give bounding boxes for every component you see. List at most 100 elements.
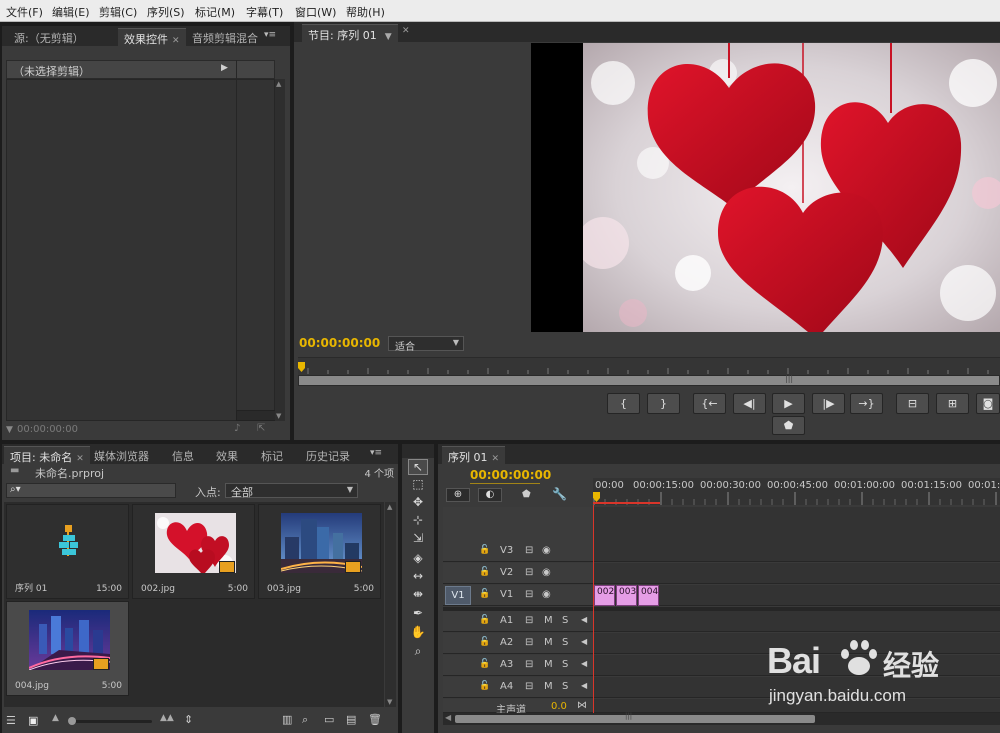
tab-source[interactable]: 源:（无剪辑） [8,28,90,46]
solo-button[interactable]: S [562,615,568,626]
track-v1[interactable]: V1 🔓 V1 ⊟ ◉ 002 003 004 [443,585,1000,607]
automate-icon[interactable]: ▥ [282,713,292,726]
timeline-ruler[interactable]: 00:00 00:00:15:00 00:00:30:00 00:00:45:0… [593,478,1000,505]
slip-tool-icon[interactable]: ↔ [408,569,428,585]
eye-icon[interactable]: ◉ [542,545,551,556]
menu-edit[interactable]: 编辑(E) [52,4,90,20]
menu-file[interactable]: 文件(F) [6,4,43,20]
snap-toggle-button[interactable]: ⊕ [446,488,470,502]
audio-icon[interactable]: ♪ [234,423,240,434]
menu-title[interactable]: 字幕(T) [246,4,283,20]
solo-button[interactable]: S [562,681,568,692]
project-vertical-scrollbar[interactable]: ▲ ▼ [385,502,396,707]
sync-icon[interactable]: ⊟ [525,659,533,670]
slider-handle[interactable] [68,717,76,725]
fit-dropdown[interactable]: 适合 ▼ [388,336,464,353]
play-button[interactable]: ▶ [772,393,805,414]
panel-menu-icon[interactable]: ▾≡ [370,448,382,458]
close-icon[interactable]: ✕ [492,454,500,464]
master-volume[interactable]: 0.0 [551,701,567,712]
voiceover-icon[interactable]: ◀ [581,615,587,624]
trash-icon[interactable]: 🗑 [368,713,382,726]
step-back-button[interactable]: ◀| [733,393,766,414]
voiceover-icon[interactable]: ◀ [581,659,587,668]
playhead-line[interactable] [593,505,594,713]
lock-icon[interactable]: 🔓 [479,681,490,691]
track-v2[interactable]: 🔓 V2 ⊟ ◉ [443,563,1000,585]
tab-media-browser[interactable]: 媒体浏览器 [88,446,155,464]
source-patch-v1[interactable]: V1 [445,586,471,605]
pen-tool-icon[interactable]: ✒ [408,606,428,622]
scroll-up-icon[interactable]: ▲ [276,80,281,88]
wrench-icon[interactable]: 🔧 [552,487,567,501]
lock-icon[interactable]: 🔓 [479,567,490,577]
voiceover-icon[interactable]: ◀ [581,637,587,646]
track-content[interactable]: 002 003 004 [594,585,1000,606]
scroll-down-icon[interactable]: ▼ [387,698,392,706]
dropdown-icon[interactable]: ▼ [385,32,392,42]
find-icon[interactable]: ⌕ [302,713,308,727]
close-icon[interactable]: ✕ [402,26,410,36]
sync-icon[interactable]: ⊟ [525,589,533,600]
rolling-edit-tool-icon[interactable]: ⊹ [408,513,428,529]
project-item-003[interactable]: 003.jpg 5:00 [258,504,381,599]
vertical-scrollbar[interactable]: ▲ ▼ [275,79,285,421]
program-zoom-bar[interactable]: ||| [298,374,1000,386]
sync-icon[interactable]: ⊟ [525,681,533,692]
project-item-004[interactable]: 004.jpg 5:00 [6,601,129,696]
go-to-in-button[interactable]: {← [693,393,726,414]
tab-info[interactable]: 信息 [166,446,200,464]
scroll-down-icon[interactable]: ▼ [276,412,281,420]
add-marker-button[interactable]: ⬟ [772,416,805,435]
clip-003[interactable]: 003 [616,585,637,606]
menu-window[interactable]: 窗口(W) [295,4,336,20]
voiceover-icon[interactable]: ◀ [581,681,587,690]
sync-icon[interactable]: ⊟ [525,637,533,648]
tab-effects[interactable]: 效果 [210,446,244,464]
lift-button[interactable]: ⊟ [896,393,929,414]
sync-icon[interactable]: ⊟ [525,615,533,626]
search-input[interactable]: ⌕▾ [6,483,176,498]
track-content[interactable] [594,611,1000,632]
timeline-horizontal-scrollbar[interactable]: ◀ ||| [443,712,1000,725]
menu-clip[interactable]: 剪辑(C) [99,4,137,20]
track-content[interactable] [594,541,1000,562]
lock-icon[interactable]: 🔓 [479,637,490,647]
razor-tool-icon[interactable]: ◈ [408,551,428,567]
tab-audio-clip-mixer[interactable]: 音频剪辑混合 [186,28,264,46]
list-view-icon[interactable]: ☰ [6,714,16,727]
project-item-sequence[interactable]: 序列 01 15:00 [6,504,129,599]
menu-help[interactable]: 帮助(H) [346,4,385,20]
eye-icon[interactable]: ◉ [542,589,551,600]
linked-selection-button[interactable]: ◐ [478,488,502,502]
lock-icon[interactable]: 🔓 [479,659,490,669]
slide-tool-icon[interactable]: ⇼ [408,587,428,603]
program-timecode[interactable]: 00:00:00:00 [299,336,380,350]
tab-project[interactable]: 项目: 未命名 ✕ [4,446,90,464]
mark-in-button[interactable]: { [607,393,640,414]
mute-button[interactable]: M [544,681,553,692]
sync-icon[interactable]: ⊟ [525,567,533,578]
solo-button[interactable]: S [562,637,568,648]
project-item-002[interactable]: 002.jpg 5:00 [132,504,255,599]
eye-icon[interactable]: ◉ [542,567,551,578]
mute-button[interactable]: M [544,615,553,626]
mute-button[interactable]: M [544,659,553,670]
menu-sequence[interactable]: 序列(S) [147,4,185,20]
sync-icon[interactable]: ⊟ [525,545,533,556]
hand-tool-icon[interactable]: ✋ [408,625,428,641]
tab-effect-controls[interactable]: 效果控件 ✕ [118,28,186,46]
rate-stretch-tool-icon[interactable]: ⇲ [408,531,428,547]
mini-timeline-scroll[interactable] [236,410,276,421]
scrollbar-thumb[interactable]: ||| [455,712,815,723]
lock-icon[interactable]: 🔓 [479,545,490,555]
step-forward-button[interactable]: |▶ [812,393,845,414]
icon-view-icon[interactable]: ▣ [28,714,38,727]
menu-marker[interactable]: 标记(M) [195,4,235,20]
export-icon[interactable]: ⇱ [257,423,265,434]
export-frame-button[interactable]: ◙ [976,393,1000,414]
expand-arrow-icon[interactable]: ▶ [221,63,228,73]
close-icon[interactable]: ✕ [76,454,84,464]
tab-sequence[interactable]: 序列 01 ✕ [442,446,506,464]
tab-markers[interactable]: 标记 [255,446,289,464]
